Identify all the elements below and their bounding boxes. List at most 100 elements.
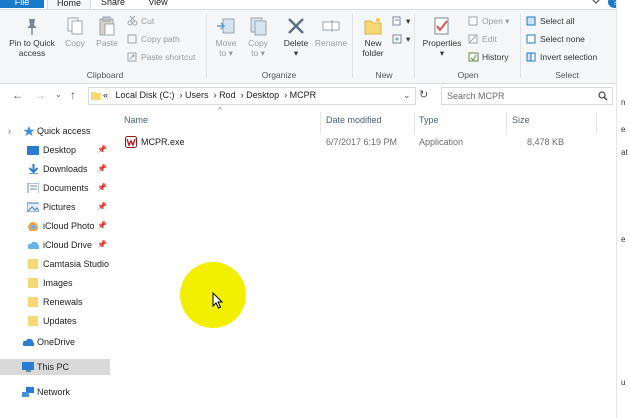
- nav-item-desktop[interactable]: Desktop 📌: [0, 142, 110, 158]
- history-icon: [468, 52, 479, 62]
- column-header-date-modified[interactable]: Date modified: [326, 115, 382, 125]
- nav-quick-access[interactable]: › Quick access: [0, 123, 110, 139]
- expand-chevron-icon[interactable]: ›: [8, 123, 11, 139]
- folder-icon: [28, 297, 38, 307]
- documents-icon: [27, 183, 39, 193]
- breadcrumb-item[interactable]: MCPR: [290, 90, 317, 100]
- recent-locations-chevron-icon[interactable]: ⌄: [55, 90, 62, 99]
- properties-button[interactable]: Properties ▾: [421, 16, 463, 58]
- column-header-size[interactable]: Size: [512, 115, 530, 125]
- clipboard-group-label: Clipboard: [86, 70, 124, 80]
- tab-view[interactable]: View: [138, 0, 178, 8]
- pin-icon[interactable]: 📌: [97, 180, 107, 196]
- tab-home[interactable]: Home: [47, 0, 91, 9]
- icloud-photos-icon: [28, 222, 38, 231]
- tab-file[interactable]: File: [0, 0, 44, 8]
- table-row[interactable]: MCPR.exe 6/7/2017 6:19 PM Application 8,…: [112, 133, 596, 150]
- search-box[interactable]: Search MCPR: [441, 87, 613, 105]
- column-divider[interactable]: [506, 112, 507, 134]
- open-group-label: Open: [457, 70, 479, 80]
- nav-item-documents[interactable]: Documents 📌: [0, 180, 110, 196]
- pin-icon: [27, 19, 37, 35]
- copy-to-button[interactable]: Copy to ▾: [244, 16, 272, 58]
- invert-selection-icon: [526, 52, 537, 62]
- nav-item-pictures[interactable]: Pictures 📌: [0, 199, 110, 215]
- star-icon: [23, 126, 35, 136]
- ribbon-separator: [352, 14, 353, 78]
- pin-icon[interactable]: 📌: [97, 142, 107, 158]
- tab-share[interactable]: Share: [92, 0, 134, 8]
- open-icon: [468, 16, 479, 26]
- select-all-icon: [526, 16, 537, 26]
- onedrive-cloud-icon: [22, 338, 34, 346]
- nav-item-renewals[interactable]: Renewals: [0, 294, 110, 310]
- nav-item-images[interactable]: Images: [0, 275, 110, 291]
- nav-network[interactable]: Network: [0, 384, 110, 400]
- nav-this-pc[interactable]: This PC: [0, 359, 110, 375]
- copy-button[interactable]: Copy: [62, 16, 88, 48]
- edit-button[interactable]: Edit: [468, 34, 497, 45]
- open-button[interactable]: Open ▾: [468, 16, 509, 27]
- breadcrumb-item[interactable]: Local Disk (C:): [116, 90, 175, 100]
- refresh-icon[interactable]: ↻: [419, 88, 428, 101]
- pin-icon[interactable]: 📌: [97, 199, 107, 215]
- paste-shortcut-button[interactable]: Paste shortcut: [127, 52, 195, 63]
- new-item-button[interactable]: ▾: [392, 16, 410, 27]
- minimize-ribbon-icon[interactable]: [587, 0, 605, 6]
- nav-onedrive[interactable]: OneDrive: [0, 334, 110, 350]
- file-size: 8,478 KB: [527, 137, 565, 147]
- copy-icon: [67, 17, 83, 35]
- back-arrow-icon[interactable]: ←: [12, 88, 24, 102]
- forward-arrow-icon[interactable]: →: [34, 88, 46, 102]
- move-to-button[interactable]: Move to ▾: [212, 16, 240, 58]
- select-group-label: Select: [555, 70, 579, 80]
- breadcrumb-overflow[interactable]: «: [103, 90, 108, 100]
- new-item-icon: [392, 16, 403, 26]
- invert-selection-button[interactable]: Invert selection: [526, 52, 597, 63]
- navigation-pane: › Quick access Desktop 📌 Downloads 📌 Doc…: [0, 112, 110, 418]
- rename-button[interactable]: Rename: [314, 16, 348, 48]
- column-divider[interactable]: [596, 112, 597, 134]
- address-bar[interactable]: « Local Disk (C:) › Users › Rod › Desktop › …: [88, 87, 416, 105]
- column-divider[interactable]: [320, 112, 321, 134]
- column-header-name[interactable]: Name: [124, 115, 148, 125]
- paste-icon: [99, 16, 115, 36]
- copy-path-button[interactable]: Copy path: [127, 34, 180, 45]
- new-folder-icon: [364, 18, 382, 35]
- history-button[interactable]: History: [468, 52, 508, 63]
- pin-to-quick-access-button[interactable]: Pin to Quick access: [6, 16, 58, 58]
- nav-item-downloads[interactable]: Downloads 📌: [0, 161, 110, 177]
- pin-icon[interactable]: 📌: [97, 161, 107, 177]
- copy-path-icon: [127, 34, 138, 44]
- nav-item-icloud-photos[interactable]: iCloud Photo 📌: [0, 218, 110, 234]
- breadcrumb: « Local Disk (C:) › Users › Rod › Desktop › …: [103, 90, 317, 100]
- download-arrow-icon: [28, 164, 39, 174]
- nav-item-camtasia-studio[interactable]: Camtasia Studio: [0, 256, 110, 272]
- new-folder-button[interactable]: New folder: [356, 16, 390, 58]
- easy-access-button[interactable]: ▾: [392, 34, 410, 45]
- edit-icon: [468, 34, 479, 44]
- column-divider[interactable]: [414, 112, 415, 134]
- search-input[interactable]: Search MCPR: [447, 91, 505, 101]
- paste-button[interactable]: Paste: [93, 16, 121, 48]
- nav-item-icloud-drive[interactable]: iCloud Drive 📌: [0, 237, 110, 253]
- select-none-button[interactable]: Select none: [526, 34, 585, 45]
- organize-group-label: Organize: [261, 70, 297, 80]
- move-to-icon: [217, 18, 235, 34]
- breadcrumb-item[interactable]: Desktop: [246, 90, 279, 100]
- pin-icon[interactable]: 📌: [97, 218, 107, 234]
- breadcrumb-item[interactable]: Users: [185, 90, 209, 100]
- nav-item-updates[interactable]: Updates: [0, 313, 110, 329]
- ribbon-separator: [520, 14, 521, 78]
- address-dropdown-icon[interactable]: ⌄: [403, 90, 411, 101]
- pin-icon[interactable]: 📌: [97, 237, 107, 253]
- up-arrow-icon[interactable]: ↑: [70, 88, 76, 102]
- breadcrumb-item[interactable]: Rod: [219, 90, 236, 100]
- desktop-icon: [27, 146, 39, 155]
- select-none-icon: [526, 34, 537, 44]
- ribbon-separator: [206, 14, 207, 78]
- cut-button[interactable]: Cut: [127, 15, 154, 27]
- select-all-button[interactable]: Select all: [526, 16, 575, 27]
- delete-button[interactable]: Delete ▾: [281, 16, 311, 58]
- column-header-type[interactable]: Type: [419, 115, 439, 125]
